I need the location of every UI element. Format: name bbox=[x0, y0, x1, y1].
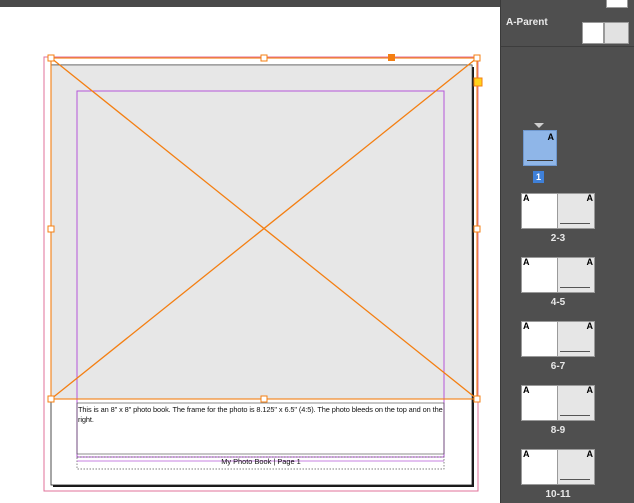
spread-label: 10-11 bbox=[545, 489, 571, 500]
right-parent-marker: A bbox=[586, 193, 594, 203]
caption-text[interactable]: This is an 8" x 8" photo book. The frame… bbox=[78, 405, 443, 424]
page-artwork bbox=[43, 54, 483, 492]
pages-panel: A-Parent A 1 A A 2-3 A A 4-5 A A 6-7 A A… bbox=[500, 0, 634, 503]
page-1-thumbnail[interactable]: A bbox=[523, 130, 557, 166]
handle-top-middle bbox=[260, 54, 268, 62]
spread-4-5[interactable]: A A 4-5 bbox=[521, 257, 595, 309]
running-footer[interactable]: My Photo Book | Page 1 bbox=[78, 457, 444, 466]
parent-label: A-Parent bbox=[506, 17, 548, 28]
spread-label: 8-9 bbox=[550, 425, 566, 436]
spread-8-9[interactable]: A A 8-9 bbox=[521, 385, 595, 437]
spread-thumbnail[interactable]: A A bbox=[521, 257, 595, 293]
left-parent-marker: A bbox=[523, 385, 530, 395]
spread-label: 2-3 bbox=[550, 233, 566, 244]
spread-thumbnail[interactable]: A A bbox=[521, 449, 595, 485]
handle-top-right bbox=[473, 54, 481, 62]
spread-thumbnail[interactable]: A A bbox=[521, 193, 595, 229]
panel-divider bbox=[501, 46, 634, 47]
right-parent-marker: A bbox=[586, 385, 594, 395]
spread-label: 4-5 bbox=[550, 297, 566, 308]
page-1[interactable]: A 1 bbox=[521, 123, 561, 185]
spread-thumbnail[interactable]: A A bbox=[521, 385, 595, 421]
handle-bottom-right bbox=[473, 395, 481, 403]
current-page-arrow-icon bbox=[534, 123, 544, 128]
spread-label: 6-7 bbox=[550, 361, 566, 372]
thumbnail-text-line bbox=[560, 287, 590, 288]
thumbnail-text-line bbox=[560, 415, 590, 416]
left-parent-marker: A bbox=[523, 193, 530, 203]
left-parent-marker: A bbox=[523, 449, 530, 459]
parent-thumbnail-left[interactable] bbox=[582, 22, 604, 44]
right-parent-marker: A bbox=[586, 321, 594, 331]
right-parent-marker: A bbox=[586, 257, 594, 267]
left-parent-marker: A bbox=[523, 257, 530, 267]
thumbnail-text-line bbox=[560, 223, 590, 224]
spread-10-11[interactable]: A A 10-11 bbox=[521, 449, 595, 501]
thumbnail-text-line bbox=[560, 351, 590, 352]
handle-bottom-middle bbox=[260, 395, 268, 403]
spread-thumbnail[interactable]: A A bbox=[521, 321, 595, 357]
parent-marker: A bbox=[547, 132, 555, 142]
page-number-badge: 1 bbox=[533, 171, 544, 183]
live-corner-handle bbox=[473, 77, 483, 87]
top-bar bbox=[0, 0, 500, 7]
thumbnail-text-line bbox=[527, 160, 553, 161]
content-grabber-handle bbox=[388, 54, 395, 61]
left-parent-marker: A bbox=[523, 321, 530, 331]
thumbnail-text-line bbox=[560, 479, 590, 480]
document-canvas[interactable]: This is an 8" x 8" photo book. The frame… bbox=[0, 7, 500, 503]
handle-bottom-left bbox=[47, 395, 55, 403]
handle-middle-left bbox=[47, 225, 55, 233]
handle-middle-right bbox=[473, 225, 481, 233]
spread-6-7[interactable]: A A 6-7 bbox=[521, 321, 595, 373]
right-parent-marker: A bbox=[586, 449, 594, 459]
parent-thumbnail-right[interactable] bbox=[604, 22, 629, 44]
handle-top-left bbox=[47, 54, 55, 62]
spread-2-3[interactable]: A A 2-3 bbox=[521, 193, 595, 245]
parent-row[interactable]: A-Parent bbox=[501, 8, 634, 44]
none-parent-thumbnail[interactable] bbox=[606, 0, 628, 8]
